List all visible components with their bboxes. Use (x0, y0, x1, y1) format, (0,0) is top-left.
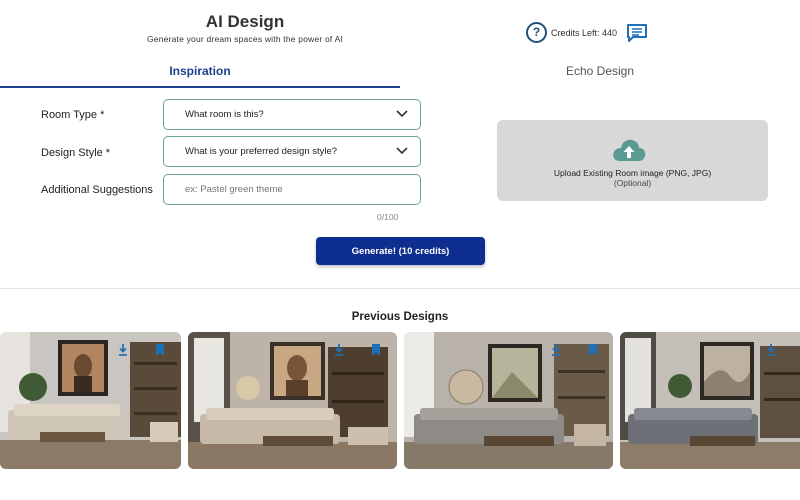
previous-designs-title: Previous Designs (351, 311, 449, 323)
design-card[interactable] (404, 332, 613, 469)
download-icon[interactable] (118, 344, 128, 356)
living-room-image (188, 332, 397, 469)
design-card[interactable] (0, 332, 181, 469)
previous-designs-gallery (0, 332, 800, 470)
help-circle-icon[interactable]: ? (526, 22, 547, 43)
design-style-select[interactable]: What is your preferred design style? (163, 136, 421, 167)
room-type-select[interactable]: What room is this? (163, 99, 421, 130)
bookmark-icon[interactable] (155, 344, 165, 356)
living-room-image (404, 332, 613, 469)
design-card[interactable] (620, 332, 800, 469)
suggestions-input[interactable] (163, 174, 421, 205)
download-icon[interactable] (334, 344, 344, 356)
room-type-value: What room is this? (185, 109, 264, 120)
tab-echo-design[interactable]: Echo Design (400, 58, 800, 88)
tab-inspiration[interactable]: Inspiration (0, 58, 400, 88)
app-header: AI Design Generate your dream spaces wit… (0, 0, 800, 60)
bookmark-icon[interactable] (371, 344, 381, 356)
section-divider (0, 288, 800, 289)
living-room-image (0, 332, 181, 469)
app-subtitle: Generate your dream spaces with the powe… (146, 34, 344, 44)
design-style-label: Design Style * (41, 147, 111, 159)
upload-instructions: Upload Existing Room image (PNG, JPG) (553, 168, 712, 178)
room-type-label: Room Type * (41, 109, 105, 121)
chat-message-icon[interactable] (626, 23, 648, 43)
upload-room-image-dropzone[interactable]: Upload Existing Room image (PNG, JPG) (O… (497, 120, 768, 201)
mode-tabs: Inspiration Echo Design (0, 58, 800, 90)
generate-button[interactable]: Generate! (10 credits) (316, 237, 485, 265)
download-icon[interactable] (766, 344, 776, 356)
download-icon[interactable] (551, 344, 561, 356)
upload-optional-note: (Optional) (613, 178, 652, 188)
chevron-down-icon (396, 147, 408, 155)
credits-left-label: Credits Left: 440 (551, 28, 618, 38)
bookmark-icon[interactable] (588, 344, 598, 356)
chevron-down-icon (396, 110, 408, 118)
app-title: AI Design (205, 12, 285, 31)
suggestions-label: Additional Suggestions (41, 184, 153, 196)
char-count: 0/100 (377, 212, 399, 222)
design-style-value: What is your preferred design style? (185, 146, 338, 157)
cloud-upload-icon (613, 139, 646, 161)
design-card[interactable] (188, 332, 397, 469)
